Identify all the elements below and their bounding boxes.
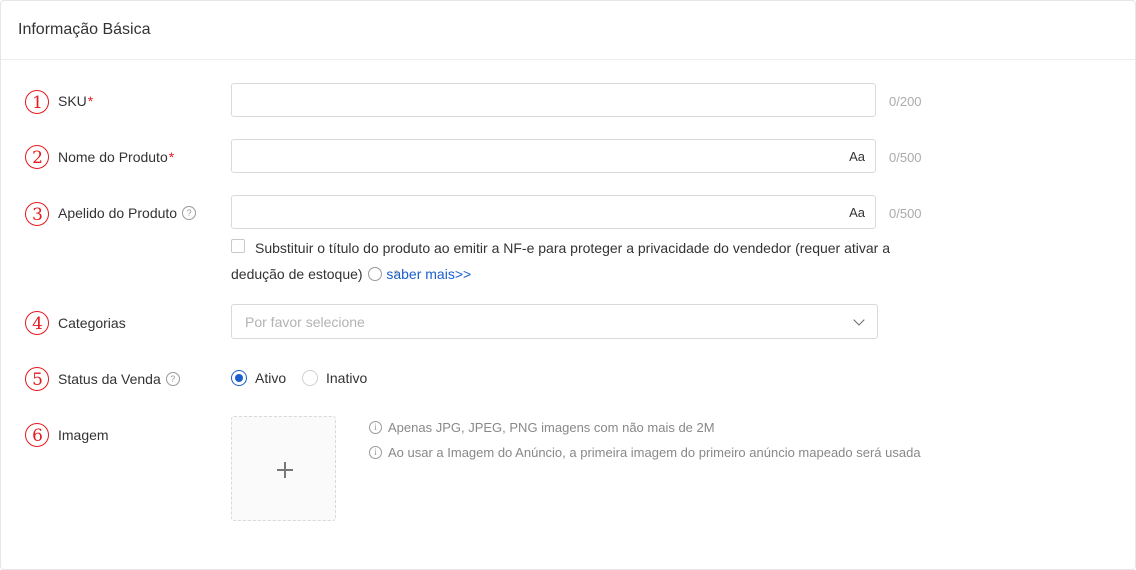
- image-label: Imagem: [58, 427, 109, 443]
- product-name-label: Nome do Produto*: [58, 149, 175, 165]
- product-name-counter: 0/500: [889, 150, 922, 165]
- product-name-field[interactable]: Aa: [231, 139, 876, 173]
- step-marker-4: 4: [25, 311, 51, 337]
- case-toggle-button[interactable]: Aa: [849, 205, 865, 220]
- question-circle-icon[interactable]: ?: [182, 206, 197, 221]
- basic-info-card: Informação Básica 1 SKU* 0/200 2 Nome do…: [0, 0, 1136, 570]
- info-icon: i: [369, 446, 382, 460]
- radio-inactive[interactable]: [302, 370, 318, 386]
- chevron-down-icon: [853, 314, 865, 326]
- step-marker-1: 1: [25, 90, 51, 116]
- sku-label: SKU*: [58, 93, 94, 109]
- question-circle-icon[interactable]: ?: [368, 267, 398, 282]
- step-marker-5: 5: [25, 367, 51, 393]
- sku-input[interactable]: [232, 84, 856, 116]
- radio-active[interactable]: [231, 370, 247, 386]
- categories-select[interactable]: Por favor selecione: [231, 304, 878, 339]
- image-hint-2: i Ao usar a Imagem do Anúncio, a primeira…: [369, 445, 921, 460]
- step-marker-3: 3: [25, 202, 51, 228]
- step-marker-6: 6: [25, 423, 51, 449]
- step-marker-2: 2: [25, 145, 51, 171]
- radio-inactive-label[interactable]: Inativo: [326, 370, 367, 386]
- categories-label: Categorias: [58, 315, 126, 331]
- radio-active-label[interactable]: Ativo: [255, 370, 286, 386]
- image-upload-button[interactable]: [231, 416, 336, 521]
- case-toggle-button[interactable]: Aa: [849, 149, 865, 164]
- product-name-input[interactable]: [232, 140, 856, 172]
- product-alias-input[interactable]: [232, 196, 856, 228]
- sku-field[interactable]: [231, 83, 876, 117]
- info-icon: i: [369, 421, 382, 435]
- sku-counter: 0/200: [889, 94, 922, 109]
- replace-title-text: Substituir o título do produto ao emitir…: [231, 240, 891, 282]
- learn-more-link[interactable]: saber mais>>: [386, 266, 471, 282]
- product-alias-field[interactable]: Aa: [231, 195, 876, 229]
- categories-placeholder: Por favor selecione: [245, 314, 365, 330]
- card-header: Informação Básica: [1, 1, 1135, 60]
- product-alias-label: Apelido do Produto?: [58, 205, 197, 221]
- question-circle-icon[interactable]: ?: [165, 372, 180, 387]
- product-alias-counter: 0/500: [889, 206, 922, 221]
- section-title: Informação Básica: [18, 21, 151, 38]
- image-hint-1: i Apenas JPG, JPEG, PNG imagens com não m…: [369, 420, 715, 435]
- sale-status-label: Status da Venda?: [58, 371, 180, 387]
